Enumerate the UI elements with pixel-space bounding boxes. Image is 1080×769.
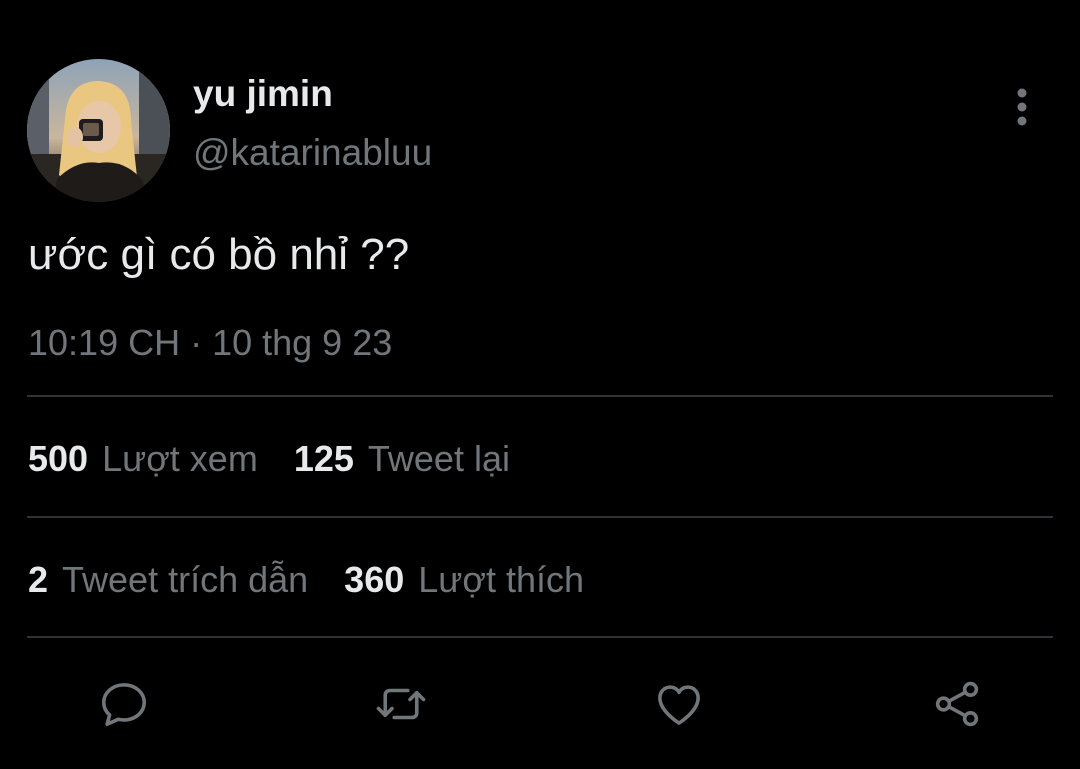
retweet-icon xyxy=(376,688,426,720)
stats-row-views-retweets: 500 Lượt xem 125 Tweet lại xyxy=(28,436,546,482)
views-stat: 500 Lượt xem xyxy=(28,436,258,482)
quotes-count: 2 xyxy=(28,559,49,600)
stats-row-quotes-likes: 2 Tweet trích dẫn 360 Lượt thích xyxy=(28,557,620,603)
divider xyxy=(27,516,1053,518)
like-icon xyxy=(658,685,700,725)
reply-button[interactable] xyxy=(96,676,152,732)
reply-icon xyxy=(101,683,147,727)
quotes-label: Tweet trích dẫn xyxy=(62,559,309,600)
more-options-button[interactable] xyxy=(1002,84,1042,130)
user-handle[interactable]: @katarinabluu xyxy=(193,131,432,175)
share-icon xyxy=(935,681,979,727)
divider xyxy=(27,636,1053,638)
more-vertical-icon xyxy=(1017,88,1027,126)
retweets-label: Tweet lại xyxy=(367,438,510,479)
retweet-button[interactable] xyxy=(373,676,429,732)
retweets-stat[interactable]: 125 Tweet lại xyxy=(294,436,510,482)
share-button[interactable] xyxy=(929,676,985,732)
like-button[interactable] xyxy=(651,676,707,732)
likes-stat[interactable]: 360 Lượt thích xyxy=(344,557,584,603)
tweet-timestamp[interactable]: 10:19 CH · 10 thg 9 23 xyxy=(28,320,392,366)
likes-label: Lượt thích xyxy=(418,559,585,600)
tweet-text: ước gì có bồ nhỉ ?? xyxy=(28,230,410,279)
quotes-stat[interactable]: 2 Tweet trích dẫn xyxy=(28,557,308,603)
views-count: 500 xyxy=(28,438,89,479)
retweets-count: 125 xyxy=(293,438,354,479)
likes-count: 360 xyxy=(344,559,405,600)
display-name[interactable]: yu jimin xyxy=(193,72,333,116)
divider xyxy=(27,395,1053,397)
avatar[interactable] xyxy=(27,59,170,202)
views-label: Lượt xem xyxy=(102,438,258,479)
